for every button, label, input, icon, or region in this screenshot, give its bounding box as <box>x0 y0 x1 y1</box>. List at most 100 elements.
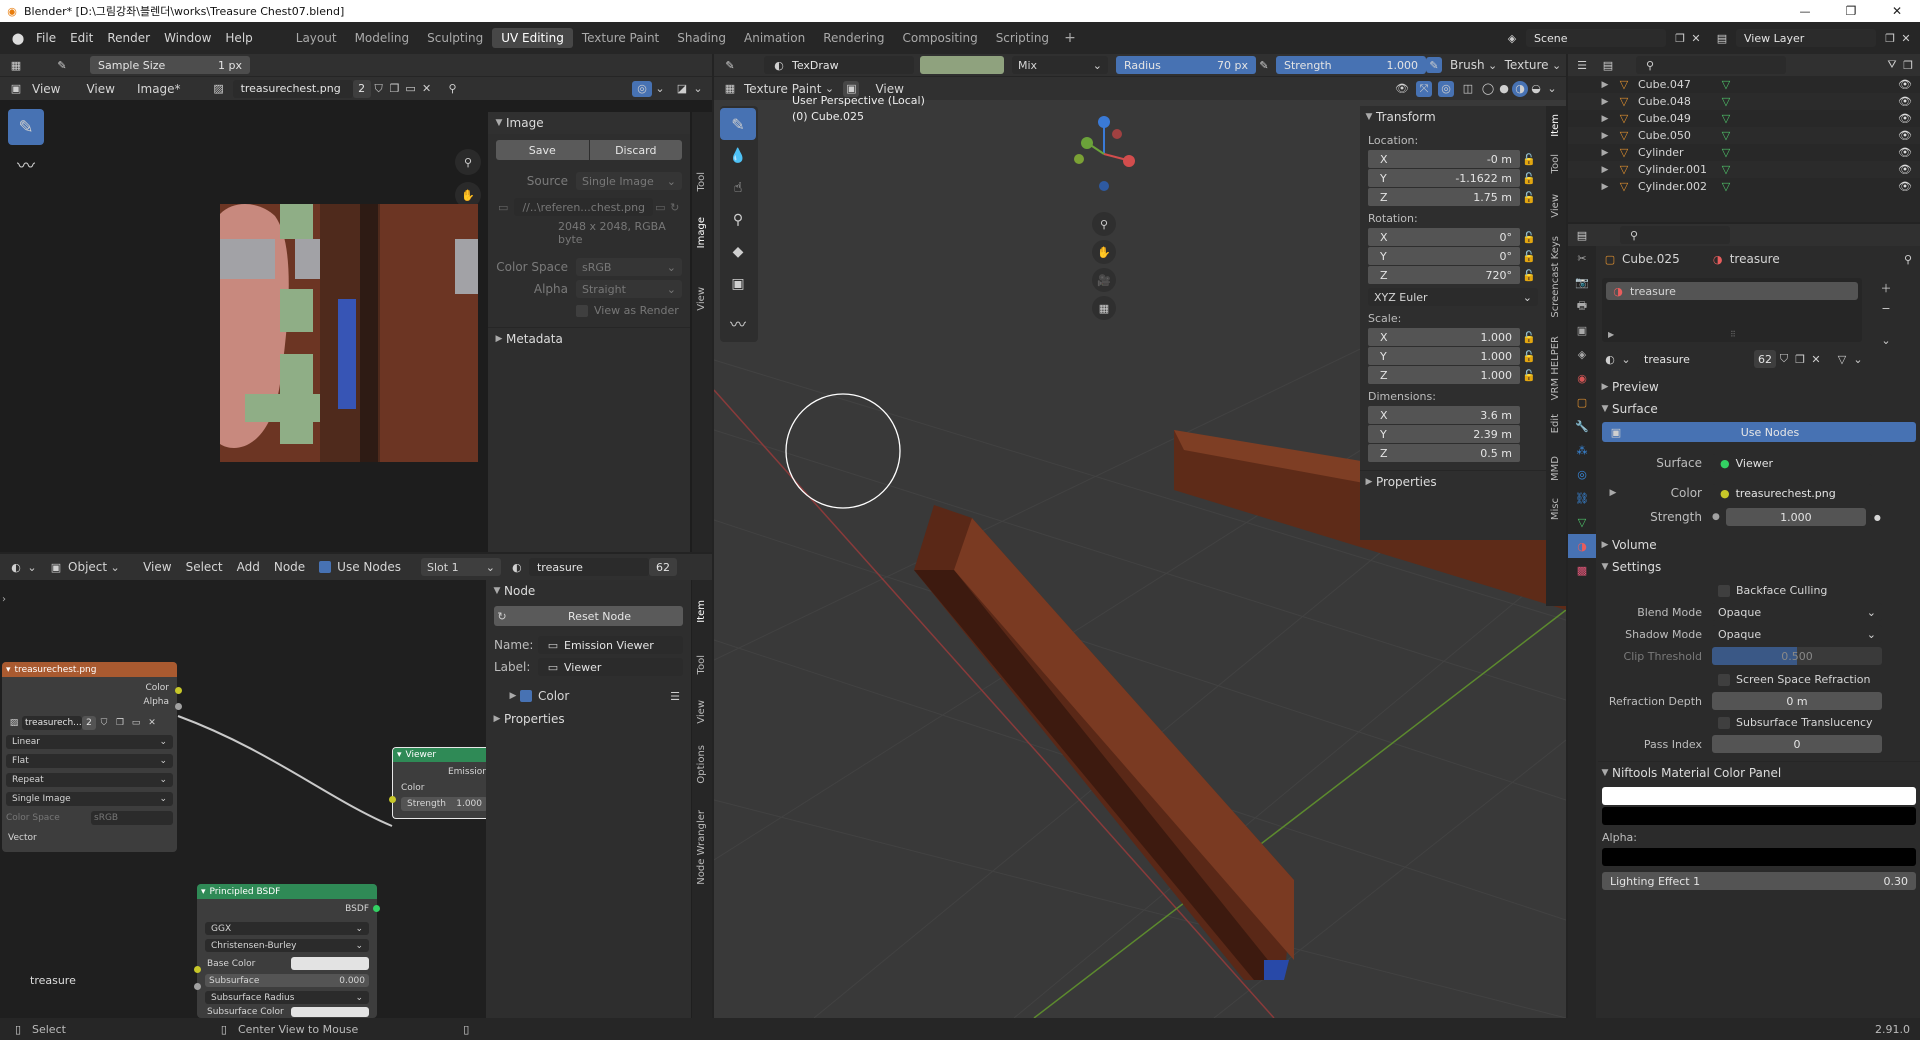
material-link-icon[interactable]: ▽ <box>1834 351 1850 367</box>
tab-layout[interactable]: Layout <box>287 28 346 48</box>
location-field[interactable]: Z 1.75 m <box>1368 188 1520 206</box>
material-tab-icon[interactable]: ◑ <box>1568 534 1596 558</box>
texture-tab-icon[interactable]: ▩ <box>1568 558 1596 582</box>
alpha-swatch[interactable] <box>1602 848 1916 866</box>
editor-type-icon[interactable]: ▦ <box>8 57 24 73</box>
remove-slot-icon[interactable]: − <box>1876 298 1896 318</box>
use-nodes-button[interactable]: ▣ Use Nodes <box>1602 422 1916 442</box>
viewport-zoom-icon[interactable]: ⚲ <box>1092 212 1116 236</box>
tab-compositing[interactable]: Compositing <box>893 28 986 48</box>
viewport-pan-icon[interactable]: ✋ <box>1092 240 1116 264</box>
tab-mmd[interactable]: MMD <box>1550 456 1561 481</box>
properties-pin-icon[interactable]: ⚲ <box>1900 251 1916 267</box>
source-select[interactable]: Single Image ⌄ <box>576 172 682 190</box>
strength-pressure-icon[interactable]: ✎ <box>1426 57 1442 73</box>
image-node-open-icon[interactable]: ▭ <box>128 715 144 731</box>
shading-solid-icon[interactable]: ● <box>1496 81 1512 97</box>
ortho-toggle-icon[interactable]: ▦ <box>1092 296 1116 320</box>
filepath-field[interactable]: //..\referen...chest.png <box>514 198 654 216</box>
scene-field[interactable]: Scene <box>1526 29 1666 47</box>
material-fake-user-icon[interactable]: ⛉ <box>1776 351 1792 367</box>
save-button[interactable]: Save <box>496 140 589 160</box>
new-view-layer-icon[interactable]: ❐ <box>1882 30 1898 46</box>
transform-panel-header[interactable]: ▼ Transform <box>1360 106 1546 128</box>
draw-brush-icon[interactable]: ✎ <box>720 108 756 140</box>
brush-name-field[interactable]: ◐ TexDraw <box>764 56 914 74</box>
fake-user-icon[interactable]: ⛉ <box>371 81 387 97</box>
image-node-cs-field[interactable]: sRGB <box>91 811 173 825</box>
add-slot-icon[interactable]: ＋ <box>1876 278 1896 298</box>
color-expand-icon[interactable]: ▶ <box>506 691 520 701</box>
output-tab-icon[interactable]: 🖶 <box>1568 294 1596 318</box>
settings-header[interactable]: ▼ Settings <box>1598 556 1920 578</box>
close-button[interactable]: ✕ <box>1874 4 1920 18</box>
display-dropdown-icon[interactable]: ⌄ <box>690 81 706 97</box>
tab-modeling[interactable]: Modeling <box>346 28 419 48</box>
tab-node-item[interactable]: Item <box>696 600 707 623</box>
texture-menu[interactable]: Texture <box>1505 58 1549 72</box>
outliner-display-icon[interactable]: ▤ <box>1600 57 1616 73</box>
viewer-strength-value[interactable]: 1.000 <box>456 799 482 809</box>
overlay-icon[interactable]: ◎ <box>632 80 652 97</box>
material-browse-icon[interactable]: ◐ <box>509 559 525 575</box>
texture-canvas[interactable] <box>220 204 478 462</box>
material-slot-list[interactable]: ◑ treasure ▶ ⠿ <box>1602 278 1862 342</box>
node-editor-type-icon[interactable]: ◐ <box>8 559 24 575</box>
world-tab-icon[interactable]: ◉ <box>1568 366 1596 390</box>
node-label-field[interactable]: ▭ Viewer <box>538 658 683 676</box>
display-channels-icon[interactable]: ◪ <box>674 81 690 97</box>
visibility-eye-icon[interactable]: 👁 <box>1898 112 1912 125</box>
outliner-row[interactable]: ▶ ▽ Cube.047 ▽ 👁 <box>1568 76 1920 93</box>
maximize-button[interactable]: ❐ <box>1828 4 1874 18</box>
visibility-icon[interactable]: 👁 <box>1394 81 1410 97</box>
colorspace-select[interactable]: sRGB ⌄ <box>576 258 682 276</box>
visibility-eye-icon[interactable]: 👁 <box>1898 163 1912 176</box>
reset-node-button[interactable]: ↻ Reset Node <box>494 606 683 626</box>
tab-texture-paint[interactable]: Texture Paint <box>573 28 668 48</box>
lock-icon[interactable]: 🔓 <box>1520 348 1538 364</box>
tab-vrm-helper[interactable]: VRM HELPER <box>1550 336 1561 400</box>
material-slot-item[interactable]: ◑ treasure <box>1606 282 1858 300</box>
view-as-render-checkbox[interactable] <box>576 304 588 317</box>
scene-tab-icon[interactable]: ◈ <box>1568 342 1596 366</box>
brush-menu[interactable]: Brush <box>1450 58 1485 72</box>
minimize-button[interactable]: — <box>1782 5 1828 18</box>
tab-view[interactable]: View <box>696 287 707 311</box>
surface-header[interactable]: ▼ Surface <box>1598 398 1920 420</box>
viewport[interactable]: ✎ ◐ TexDraw Mix ⌄ Radius 70 px ✎ Strength 1.… <box>714 54 1566 1018</box>
menu-node-node[interactable]: Node <box>274 560 305 574</box>
node-name-field[interactable]: ▭ Emission Viewer <box>538 636 683 654</box>
image-node-interp-select[interactable]: Linear ⌄ <box>6 735 173 749</box>
node-editor-expand-icon[interactable]: › <box>2 594 6 605</box>
visibility-eye-icon[interactable]: 👁 <box>1898 78 1912 91</box>
object-tab-icon[interactable]: ▢ <box>1568 390 1596 414</box>
blend-mode-select[interactable]: Mix ⌄ <box>1012 56 1108 74</box>
camera-view-icon[interactable]: 🎥 <box>1092 268 1116 292</box>
new-image-icon[interactable]: ❐ <box>387 81 403 97</box>
discard-button[interactable]: Discard <box>589 140 682 160</box>
gizmo-icon[interactable]: ⤧ <box>1416 80 1432 97</box>
mask-tool-icon[interactable]: ▣ <box>720 268 756 300</box>
tab-shading[interactable]: Shading <box>668 28 735 48</box>
tab-edit[interactable]: Edit <box>1550 414 1561 433</box>
niftools-color-swatch-dark[interactable] <box>1602 807 1916 825</box>
viewport-editor-type-icon[interactable]: ▦ <box>722 81 738 97</box>
outliner-search[interactable]: ⚲ <box>1636 56 1786 74</box>
color-input-field[interactable]: ● treasurechest.png <box>1712 484 1872 502</box>
image-node-new-icon[interactable]: ❐ <box>112 715 128 731</box>
tool-tab-icon[interactable]: ✂ <box>1568 246 1596 270</box>
properties-type-icon[interactable]: ▤ <box>1574 227 1590 243</box>
bsdf-base-color-swatch[interactable] <box>291 957 369 970</box>
node-panel-header[interactable]: ▼ Node <box>486 580 691 602</box>
sample-tool-icon[interactable]: ✎ <box>54 57 70 73</box>
tab-rendering[interactable]: Rendering <box>814 28 893 48</box>
shading-rendered-icon[interactable]: ◒ <box>1528 81 1544 97</box>
dimension-field[interactable]: Z 0.5 m <box>1368 444 1520 462</box>
backface-culling-checkbox[interactable] <box>1718 584 1730 597</box>
refraction-depth-field[interactable]: 0 m <box>1712 692 1882 710</box>
lock-icon[interactable]: 🔓 <box>1520 189 1538 205</box>
menu-render[interactable]: Render <box>107 31 150 45</box>
draw-tool-icon[interactable]: ✎ <box>8 109 44 145</box>
outliner-expand-icon[interactable]: ▶ <box>1598 80 1612 90</box>
outliner-expand-icon[interactable]: ▶ <box>1598 114 1612 124</box>
